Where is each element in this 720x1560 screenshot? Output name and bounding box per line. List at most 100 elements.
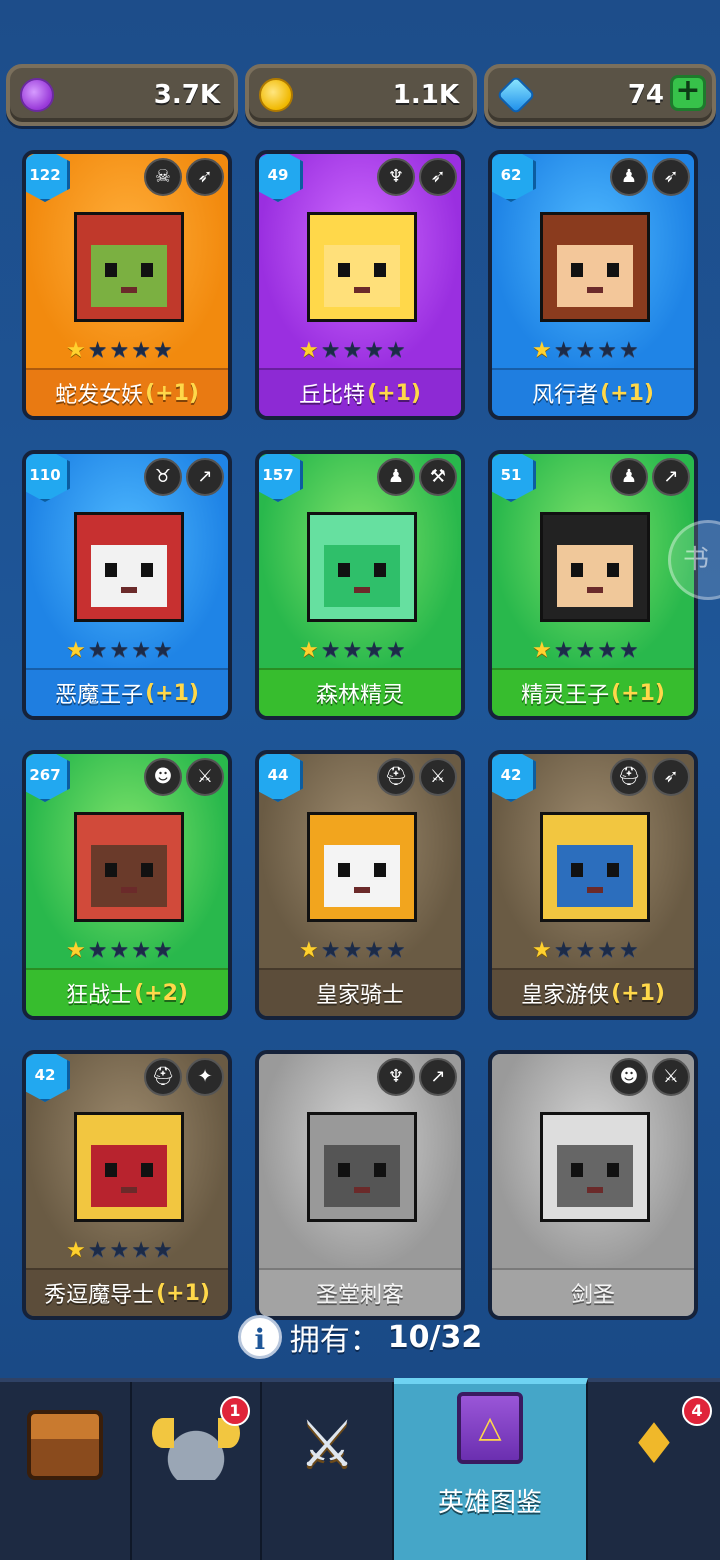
hero-traits: ♟ ↗ — [610, 458, 690, 496]
hero-card[interactable]: ☻ ⚔ 剑圣 — [488, 1050, 698, 1320]
elixir-counter[interactable]: 3.7K — [6, 64, 238, 126]
star-icon: ★ — [597, 638, 617, 663]
hero-name-band: 蛇发女妖 (+1) — [26, 368, 228, 416]
nav-battle[interactable]: ⚔ — [262, 1382, 394, 1560]
notification-badge: 1 — [220, 1396, 250, 1426]
hero-bonus: (+1) — [145, 380, 199, 406]
nav-hero-codex-label: 英雄图鉴 — [437, 1488, 542, 1518]
elixir-value: 3.7K — [153, 80, 220, 110]
bow-icon: ➶ — [186, 158, 224, 196]
elixir-icon — [20, 78, 54, 112]
star-icon: ★ — [131, 938, 151, 963]
orc-icon: ☻ — [144, 758, 182, 796]
star-icon: ★ — [597, 338, 617, 363]
hero-head — [74, 212, 184, 322]
hero-bonus: (+1) — [367, 380, 421, 406]
sword-icon: ⚔ — [419, 758, 457, 796]
hero-card[interactable]: 267 ☻ ⚔ ★ ★ ★ ★ ★ 狂战士 (+2) — [22, 750, 232, 1020]
coin-value: 1.1K — [392, 80, 459, 110]
star-rating: ★ ★ ★ ★ ★ — [66, 340, 173, 362]
star-icon: ★ — [618, 338, 639, 363]
nav-chest[interactable] — [0, 1382, 132, 1560]
hero-name-band: 皇家游侠 (+1) — [492, 968, 694, 1016]
hero-name-band: 狂战士 (+2) — [26, 968, 228, 1016]
hero-name-band: 森林精灵 — [259, 668, 461, 716]
hero-card[interactable]: 157 ♟ ⚒ ★ ★ ★ ★ ★ 森林精灵 — [255, 450, 465, 720]
star-icon: ★ — [342, 938, 363, 963]
star-icon: ★ — [152, 338, 173, 363]
hero-traits: ♉ ↗ — [144, 458, 224, 496]
gem-value: 74 — [627, 80, 664, 110]
star-icon: ★ — [131, 638, 151, 663]
star-icon: ★ — [575, 638, 596, 663]
nav-heroes[interactable]: 1 — [132, 1382, 262, 1560]
hero-card[interactable]: 51 ♟ ↗ ★ ★ ★ ★ ★ 精灵王子 (+1) — [488, 450, 698, 720]
star-rating: ★ ★ ★ ★ ★ — [299, 940, 406, 962]
hero-card[interactable]: 49 ♆ ➶ ★ ★ ★ ★ ★ 丘比特 (+1) — [255, 150, 465, 420]
nav-equipment[interactable]: ♦ 4 — [588, 1382, 720, 1560]
star-rating: ★ ★ ★ ★ ★ — [66, 640, 173, 662]
star-icon: ★ — [152, 638, 173, 663]
hero-head — [74, 512, 184, 622]
hero-head — [307, 1112, 417, 1222]
hero-card[interactable]: 122 ☠ ➶ ★ ★ ★ ★ ★ 蛇发女妖 (+1) — [22, 150, 232, 420]
star-icon: ★ — [342, 338, 363, 363]
hero-card[interactable]: 42 ⛑ ✦ ★ ★ ★ ★ ★ 秀逗魔导士 (+1) — [22, 1050, 232, 1320]
hero-name-band: 皇家骑士 — [259, 968, 461, 1016]
star-rating: ★ ★ ★ ★ ★ — [66, 1240, 173, 1262]
hammer-icon: ⚒ — [419, 458, 457, 496]
star-icon: ★ — [532, 938, 552, 963]
hero-name-band: 丘比特 (+1) — [259, 368, 461, 416]
hero-name: 狂战士 — [66, 983, 133, 1008]
hero-traits: ☻ ⚔ — [610, 1058, 690, 1096]
star-icon: ★ — [87, 938, 108, 963]
star-icon: ★ — [364, 638, 384, 663]
star-icon: ★ — [532, 638, 552, 663]
owned-label: 拥有： — [289, 1323, 380, 1358]
hero-head — [307, 212, 417, 322]
hero-head — [540, 512, 650, 622]
hero-bonus: (+1) — [145, 680, 199, 706]
hero-name: 皇家游侠 — [521, 983, 610, 1008]
hero-card[interactable]: 62 ♟ ➶ ★ ★ ★ ★ ★ 风行者 (+1) — [488, 150, 698, 420]
gem-counter[interactable]: 74 + — [484, 64, 716, 126]
hero-name: 精灵王子 — [521, 683, 610, 708]
hero-head — [307, 812, 417, 922]
star-icon: ★ — [109, 338, 130, 363]
hero-name: 秀逗魔导士 — [44, 1283, 155, 1308]
dagger-icon: ↗ — [652, 458, 690, 496]
elf-icon: ♟ — [610, 458, 648, 496]
hero-traits: ⛑ ⚔ — [377, 758, 457, 796]
star-icon: ★ — [87, 638, 108, 663]
wings-icon: ♆ — [377, 158, 415, 196]
nav-hero-codex[interactable]: 英雄图鉴 — [394, 1378, 588, 1560]
star-rating: ★ ★ ★ ★ ★ — [532, 340, 639, 362]
info-icon[interactable]: i — [237, 1315, 282, 1359]
hero-traits: ♆ ↗ — [377, 1058, 457, 1096]
hero-head — [540, 212, 650, 322]
star-rating: ★ ★ ★ ★ ★ — [532, 940, 639, 962]
sword-icon: ⚔ — [652, 1058, 690, 1096]
hero-card[interactable]: 42 ⛑ ➶ ★ ★ ★ ★ ★ 皇家游侠 (+1) — [488, 750, 698, 1020]
hero-name-band: 精灵王子 (+1) — [492, 668, 694, 716]
star-icon: ★ — [320, 938, 341, 963]
star-icon: ★ — [385, 938, 406, 963]
hero-card[interactable]: 44 ⛑ ⚔ ★ ★ ★ ★ ★ 皇家骑士 — [255, 750, 465, 1020]
star-icon: ★ — [553, 338, 574, 363]
coin-counter[interactable]: 1.1K — [245, 64, 477, 126]
hero-head — [540, 1112, 650, 1222]
star-icon: ★ — [131, 338, 151, 363]
bow-icon: ➶ — [652, 158, 690, 196]
hero-name: 皇家骑士 — [315, 983, 404, 1008]
add-gems-button[interactable]: + — [670, 75, 706, 111]
star-icon: ★ — [553, 638, 574, 663]
amulet-icon: ♦ — [628, 1412, 680, 1477]
hero-bonus: (+1) — [611, 680, 665, 706]
helmet-icon: ⛑ — [144, 1058, 182, 1096]
star-icon: ★ — [87, 1238, 108, 1263]
hero-bonus: (+1) — [156, 1280, 210, 1306]
hero-card[interactable]: ♆ ↗ 圣堂刺客 — [255, 1050, 465, 1320]
hero-card[interactable]: 110 ♉ ↗ ★ ★ ★ ★ ★ 恶魔王子 (+1) — [22, 450, 232, 720]
elf-icon: ♟ — [610, 158, 648, 196]
star-icon: ★ — [66, 1238, 86, 1263]
